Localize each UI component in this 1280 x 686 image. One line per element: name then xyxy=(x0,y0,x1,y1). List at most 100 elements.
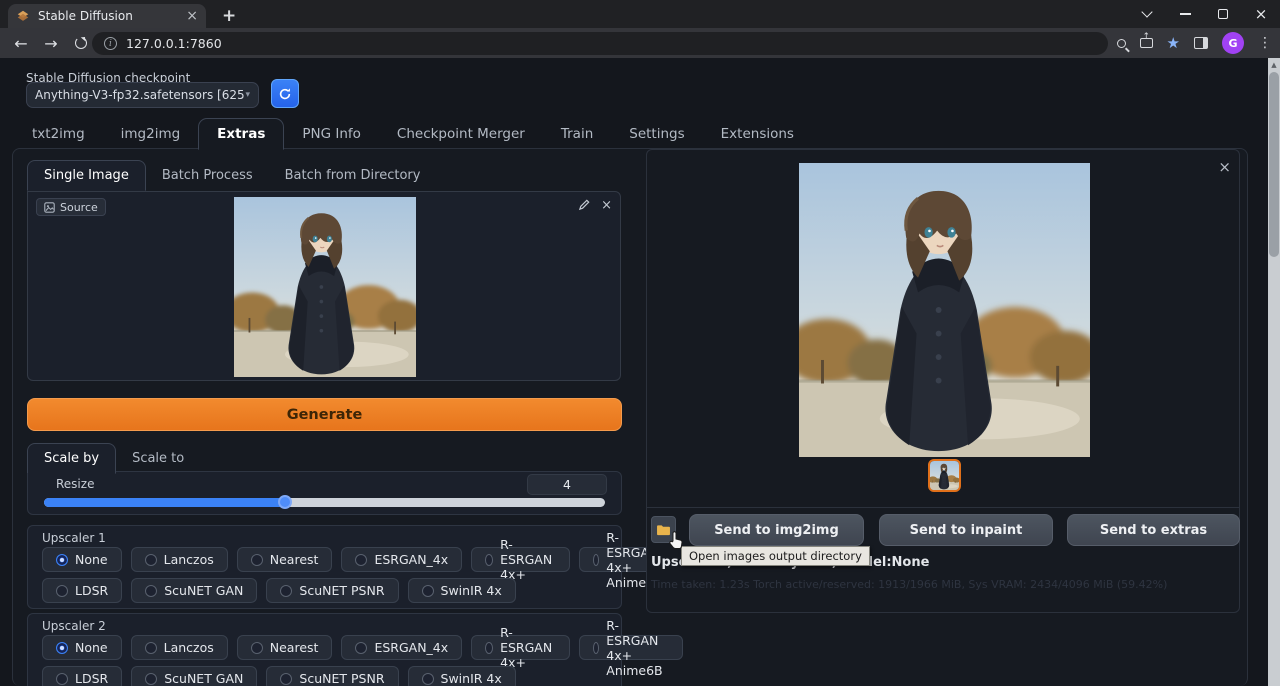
generate-button[interactable]: Generate xyxy=(27,398,622,431)
radio-scunet-gan[interactable]: ScuNET GAN xyxy=(131,578,257,603)
tab-scale-to[interactable]: Scale to xyxy=(116,444,200,473)
upscaler1-row1: None Lanczos Nearest ESRGAN_4x R-ESRGAN … xyxy=(42,547,683,572)
resize-slider[interactable] xyxy=(44,498,605,507)
subtab-batch-from-directory[interactable]: Batch from Directory xyxy=(269,161,437,190)
radio-esrgan-4x[interactable]: ESRGAN_4x xyxy=(341,547,462,572)
radio-scunet-gan[interactable]: ScuNET GAN xyxy=(131,666,257,686)
radio-esrgan-4x[interactable]: ESRGAN_4x xyxy=(341,635,462,660)
reload-button[interactable] xyxy=(75,37,87,49)
share-icon[interactable] xyxy=(1140,38,1153,48)
tab-search-button[interactable] xyxy=(1128,0,1166,28)
image-icon xyxy=(44,202,55,213)
tab-extensions[interactable]: Extensions xyxy=(703,119,812,149)
radio-swinir-4x[interactable]: SwinIR 4x xyxy=(408,578,516,603)
radio-icon xyxy=(145,554,157,566)
radio-nearest[interactable]: Nearest xyxy=(237,635,333,660)
window-close-button[interactable]: × xyxy=(1242,0,1280,28)
clear-image-icon[interactable]: × xyxy=(601,198,612,213)
extras-subtab-bar: Single Image Batch Process Batch from Di… xyxy=(27,160,436,191)
side-panel-icon[interactable] xyxy=(1194,37,1208,49)
checkpoint-refresh-button[interactable] xyxy=(271,79,299,108)
url-text[interactable]: 127.0.0.1:7860 xyxy=(126,36,222,51)
new-tab-button[interactable]: + xyxy=(222,6,236,26)
radio-lanczos[interactable]: Lanczos xyxy=(131,635,228,660)
profile-avatar[interactable]: G xyxy=(1222,32,1244,54)
slider-fill xyxy=(44,498,285,507)
subtab-batch-process[interactable]: Batch Process xyxy=(146,161,269,190)
resize-label: Resize xyxy=(56,477,94,491)
radio-swinir-4x[interactable]: SwinIR 4x xyxy=(408,666,516,686)
source-image-dropzone[interactable]: Source × xyxy=(27,191,621,381)
radio-scunet-psnr[interactable]: ScuNET PSNR xyxy=(266,666,398,686)
performance-info-text: Time taken: 1.23s Torch active/reserved:… xyxy=(651,578,1167,591)
upscaler1-block: Upscaler 1 None Lanczos Nearest ESRGAN_4… xyxy=(27,525,622,609)
tab-checkpoint-merger[interactable]: Checkpoint Merger xyxy=(379,119,543,149)
radio-r-esrgan-anime6b[interactable]: R-ESRGAN 4x+ Anime6B xyxy=(579,635,682,660)
gallery-thumbnail[interactable] xyxy=(928,459,961,492)
browser-tab-title: Stable Diffusion xyxy=(38,9,178,23)
gallery-close-icon[interactable]: × xyxy=(1218,158,1231,176)
tab-extras[interactable]: Extras xyxy=(198,118,284,150)
site-info-icon[interactable]: i xyxy=(104,37,117,50)
tab-scale-by[interactable]: Scale by xyxy=(27,443,116,474)
radio-scunet-psnr[interactable]: ScuNET PSNR xyxy=(266,578,398,603)
slider-thumb[interactable] xyxy=(278,495,292,509)
send-to-inpaint-button[interactable]: Send to inpaint xyxy=(879,514,1053,546)
bookmark-star-icon[interactable]: ★ xyxy=(1167,34,1180,52)
toolbar-actions: ★ G ⋮ xyxy=(1117,30,1272,56)
radio-icon xyxy=(593,642,599,654)
tab-settings[interactable]: Settings xyxy=(611,119,702,149)
radio-r-esrgan-4x[interactable]: R-ESRGAN 4x+ xyxy=(471,635,570,660)
radio-nearest[interactable]: Nearest xyxy=(237,547,333,572)
tab-txt2img[interactable]: txt2img xyxy=(14,119,103,149)
minimize-icon xyxy=(1180,13,1191,15)
radio-icon xyxy=(251,554,263,566)
scrollbar-up-arrow[interactable]: ▲ xyxy=(1268,58,1280,71)
tab-png-info[interactable]: PNG Info xyxy=(284,119,379,149)
upscaler1-row2: LDSR ScuNET GAN ScuNET PSNR SwinIR 4x xyxy=(42,578,516,603)
source-image[interactable] xyxy=(234,197,416,377)
tab-img2img[interactable]: img2img xyxy=(103,119,199,149)
tab-train[interactable]: Train xyxy=(543,119,611,149)
maximize-button[interactable] xyxy=(1204,0,1242,28)
close-icon: × xyxy=(1255,5,1268,23)
radio-none[interactable]: None xyxy=(42,635,122,660)
tooltip: Open images output directory xyxy=(681,546,870,566)
result-image[interactable] xyxy=(799,163,1090,457)
subtab-single-image[interactable]: Single Image xyxy=(27,160,146,191)
radio-lanczos[interactable]: Lanczos xyxy=(131,547,228,572)
thumbnail-image xyxy=(930,461,959,490)
radio-icon xyxy=(422,673,434,685)
maximize-icon xyxy=(1218,9,1228,19)
forward-button[interactable]: → xyxy=(36,34,66,53)
radio-r-esrgan-4x[interactable]: R-ESRGAN 4x+ xyxy=(471,547,570,572)
radio-ldsr[interactable]: LDSR xyxy=(42,578,122,603)
radio-icon xyxy=(422,585,434,597)
send-to-extras-button[interactable]: Send to extras xyxy=(1067,514,1240,546)
page-scrollbar[interactable]: ▲ xyxy=(1268,58,1280,686)
main-tab-bar: txt2img img2img Extras PNG Info Checkpoi… xyxy=(14,118,812,149)
scrollbar-thumb[interactable] xyxy=(1269,72,1279,257)
radio-none[interactable]: None xyxy=(42,547,122,572)
source-chip-label: Source xyxy=(60,201,98,214)
radio-icon xyxy=(56,585,68,597)
edit-pencil-icon[interactable] xyxy=(578,198,591,211)
upscaler1-label: Upscaler 1 xyxy=(42,531,106,545)
url-bar[interactable]: i 127.0.0.1:7860 xyxy=(92,32,1108,55)
checkpoint-value: Anything-V3-fp32.safetensors [625a2ba2] xyxy=(35,88,245,102)
checkpoint-dropdown[interactable]: Anything-V3-fp32.safetensors [625a2ba2] … xyxy=(26,82,259,108)
resize-number-input[interactable]: 4 xyxy=(527,474,607,495)
send-to-img2img-button[interactable]: Send to img2img xyxy=(689,514,864,546)
webui-page: Stable Diffusion checkpoint Anything-V3-… xyxy=(0,58,1268,686)
radio-icon xyxy=(485,642,493,654)
radio-ldsr[interactable]: LDSR xyxy=(42,666,122,686)
radio-icon xyxy=(355,642,367,654)
browser-tab[interactable]: Stable Diffusion × xyxy=(8,4,206,28)
menu-dots-icon[interactable]: ⋮ xyxy=(1258,35,1272,51)
radio-icon xyxy=(280,673,292,685)
back-button[interactable]: ← xyxy=(6,34,36,53)
search-icon[interactable] xyxy=(1117,39,1126,48)
upscaler2-label: Upscaler 2 xyxy=(42,619,106,633)
minimize-button[interactable] xyxy=(1166,0,1204,28)
tab-close-icon[interactable]: × xyxy=(186,9,198,23)
